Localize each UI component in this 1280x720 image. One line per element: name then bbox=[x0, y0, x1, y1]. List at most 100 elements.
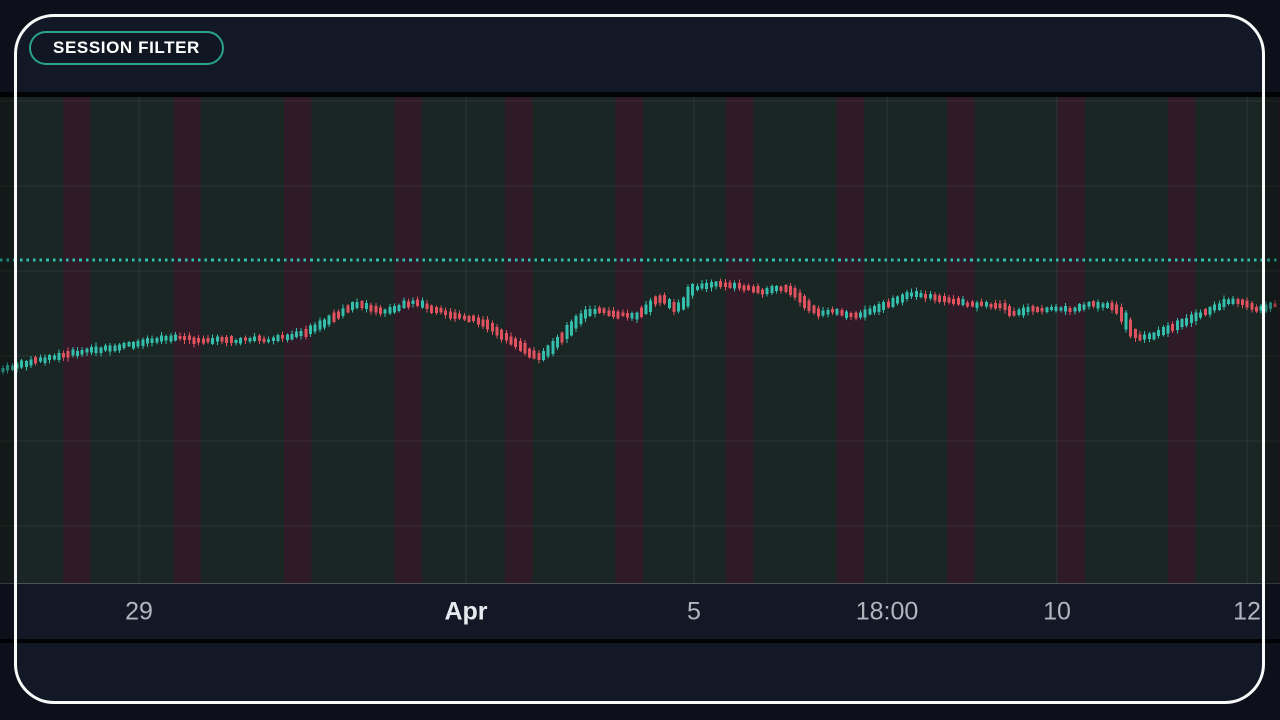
candle-body bbox=[663, 295, 666, 303]
candle-body bbox=[1139, 334, 1142, 340]
candle-body bbox=[123, 343, 126, 348]
candle-body bbox=[407, 301, 410, 307]
candle-body bbox=[1111, 302, 1114, 309]
candle-body bbox=[1120, 307, 1123, 321]
candle-body bbox=[780, 286, 783, 291]
candlestick-chart[interactable] bbox=[0, 97, 1280, 583]
candle-body bbox=[822, 310, 825, 315]
candle-body bbox=[29, 360, 32, 366]
candle-body bbox=[775, 286, 778, 291]
candle-body bbox=[374, 306, 377, 313]
candle-body bbox=[929, 294, 932, 298]
candle-body bbox=[798, 292, 801, 302]
session-band bbox=[174, 97, 202, 583]
session-band bbox=[616, 97, 644, 583]
session-band bbox=[395, 97, 423, 583]
candle-body bbox=[290, 334, 293, 340]
candle-body bbox=[1101, 304, 1104, 308]
candle-body bbox=[770, 286, 773, 293]
top-toolbar: SESSION FILTER bbox=[0, 0, 1280, 92]
candle-body bbox=[887, 301, 890, 307]
candle-body bbox=[90, 347, 93, 352]
candle-body bbox=[57, 353, 60, 360]
candle-body bbox=[85, 349, 88, 353]
time-axis[interactable]: 29Apr518:001012 bbox=[0, 584, 1280, 639]
candle-body bbox=[845, 312, 848, 318]
candle-body bbox=[193, 337, 196, 343]
candle-body bbox=[1250, 303, 1253, 310]
candle-body bbox=[53, 355, 56, 359]
candle-body bbox=[901, 295, 904, 303]
candle-body bbox=[272, 338, 275, 342]
candle-body bbox=[81, 350, 84, 355]
candle-body bbox=[416, 299, 419, 306]
candle-body bbox=[1050, 307, 1053, 310]
candle-body bbox=[1017, 310, 1020, 315]
candle-body bbox=[281, 335, 284, 338]
candle-body bbox=[537, 353, 540, 360]
candle-body bbox=[854, 312, 857, 318]
candle-body bbox=[509, 336, 512, 344]
candle-body bbox=[1204, 309, 1207, 315]
candle-body bbox=[556, 337, 559, 347]
candle-body bbox=[593, 309, 596, 314]
candle-body bbox=[1008, 306, 1011, 316]
session-filter-button[interactable]: SESSION FILTER bbox=[29, 31, 224, 65]
candle-body bbox=[118, 345, 121, 351]
candle-body bbox=[207, 338, 210, 342]
candle-body bbox=[2, 368, 5, 372]
candle-body bbox=[1041, 308, 1044, 312]
candle-body bbox=[48, 355, 51, 360]
candle-body bbox=[668, 299, 671, 308]
candle-body bbox=[34, 357, 37, 364]
candle-body bbox=[276, 335, 279, 341]
candle-body bbox=[477, 318, 480, 325]
candle-body bbox=[1143, 335, 1146, 340]
candle-body bbox=[155, 338, 158, 342]
candle-body bbox=[808, 300, 811, 311]
chart-area[interactable] bbox=[0, 97, 1280, 583]
candle-body bbox=[752, 286, 755, 292]
candle-body bbox=[1115, 304, 1118, 313]
candle-body bbox=[318, 320, 321, 329]
candle-body bbox=[221, 337, 224, 342]
candle-body bbox=[304, 329, 307, 337]
candle-body bbox=[332, 313, 335, 322]
candle-body bbox=[840, 310, 843, 315]
candle-body bbox=[724, 283, 727, 287]
candle-body bbox=[1171, 324, 1174, 331]
candle-body bbox=[1064, 306, 1067, 311]
candle-body bbox=[519, 341, 522, 351]
candle-body bbox=[1227, 299, 1230, 304]
candle-body bbox=[11, 365, 14, 369]
candle-body bbox=[565, 325, 568, 339]
candle-body bbox=[924, 294, 927, 298]
candle-body bbox=[850, 313, 853, 317]
candle-body bbox=[132, 342, 135, 349]
candle-body bbox=[817, 309, 820, 317]
candle-body bbox=[342, 309, 345, 317]
candle-body bbox=[1255, 307, 1258, 311]
candle-body bbox=[468, 316, 471, 322]
candle-body bbox=[421, 300, 424, 307]
candle-body bbox=[388, 307, 391, 313]
candle-body bbox=[533, 351, 536, 359]
x-axis-label: 5 bbox=[687, 597, 701, 626]
candle-body bbox=[966, 302, 969, 306]
candle-body bbox=[481, 320, 484, 327]
candle-body bbox=[803, 296, 806, 308]
candle-body bbox=[1194, 312, 1197, 321]
session-band bbox=[63, 97, 91, 583]
bottom-panel bbox=[0, 643, 1280, 720]
candle-body bbox=[994, 303, 997, 309]
candle-body bbox=[1106, 303, 1109, 308]
candle-body bbox=[356, 302, 359, 308]
candle-body bbox=[961, 299, 964, 305]
candle-body bbox=[920, 293, 923, 297]
candle-body bbox=[1055, 306, 1058, 311]
candle-body bbox=[682, 297, 685, 309]
candle-body bbox=[673, 302, 676, 312]
candle-body bbox=[761, 290, 764, 295]
x-axis-label: 10 bbox=[1043, 597, 1071, 626]
candle-body bbox=[1027, 307, 1030, 312]
